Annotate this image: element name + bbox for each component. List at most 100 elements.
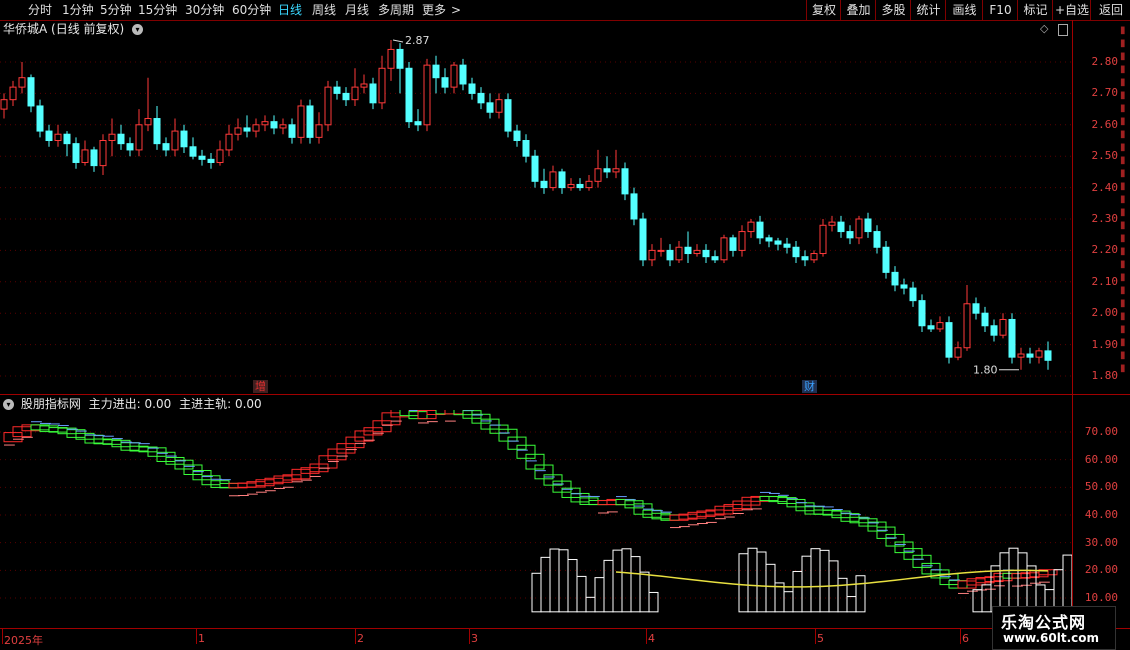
- candle: [189, 137, 197, 160]
- price-tick: 2.00: [1091, 306, 1119, 320]
- candle: [324, 80, 332, 132]
- candle: [468, 77, 476, 100]
- candle: [162, 137, 170, 157]
- candle: [657, 237, 665, 257]
- toolbar-button-2[interactable]: 多股: [875, 0, 911, 20]
- period-tab-6[interactable]: 日线: [278, 2, 302, 18]
- toolbar-button-1[interactable]: 叠加: [840, 0, 876, 20]
- candle: [108, 118, 116, 157]
- candle: [288, 118, 296, 144]
- candle: [144, 77, 152, 132]
- candle: [774, 237, 782, 251]
- candle: [234, 118, 242, 141]
- candle: [549, 165, 557, 191]
- date-tick: [469, 628, 470, 644]
- candle: [63, 131, 71, 157]
- volume-bar: [783, 591, 794, 613]
- candle: [261, 115, 269, 132]
- candle: [171, 118, 179, 157]
- toolbar-button-8[interactable]: 返回: [1090, 0, 1130, 20]
- candle: [459, 58, 467, 91]
- toolbar-button-3[interactable]: 统计: [910, 0, 946, 20]
- more-arrow-icon[interactable]: >: [451, 2, 461, 18]
- candle: [558, 168, 566, 194]
- candle: [576, 178, 584, 191]
- candle: [963, 284, 971, 351]
- candle: [648, 244, 656, 267]
- volume-bar: [756, 551, 767, 613]
- candle: [369, 77, 377, 110]
- toolbar-button-4[interactable]: 画线: [945, 0, 983, 20]
- indicator-tick: 40.00: [1084, 508, 1118, 521]
- candle: [999, 313, 1007, 339]
- date-tick: [646, 628, 647, 644]
- candle: [351, 68, 359, 106]
- axis-divider: [1072, 20, 1073, 630]
- volume-bar: [738, 553, 749, 613]
- volume-bar: [792, 570, 803, 613]
- candle: [891, 266, 899, 292]
- period-tab-2[interactable]: 5分钟: [100, 2, 132, 18]
- period-tab-4[interactable]: 30分钟: [185, 2, 224, 18]
- indicator-name: 股朋指标网: [20, 397, 81, 411]
- candle: [18, 62, 26, 94]
- candle: [414, 109, 422, 132]
- indicator-chart[interactable]: [0, 410, 1072, 628]
- candle: [918, 294, 926, 333]
- candle: [153, 105, 161, 150]
- candle: [585, 175, 593, 191]
- line2-label: 主进主轨:: [179, 397, 232, 411]
- event-tag-zeng[interactable]: 增: [253, 380, 268, 393]
- period-tab-3[interactable]: 15分钟: [138, 2, 177, 18]
- watermark-title: 乐淘公式网: [1001, 613, 1087, 632]
- candle: [252, 118, 260, 138]
- volume-bar: [1017, 552, 1028, 613]
- volume-bar: [639, 571, 650, 613]
- price-tick: 2.30: [1091, 212, 1119, 225]
- price-tick: 2.40: [1091, 180, 1119, 194]
- candle: [36, 99, 44, 138]
- candle: [945, 316, 953, 364]
- period-tab-0[interactable]: 分时: [28, 2, 52, 18]
- candle: [693, 244, 701, 257]
- price-tick: 1.90: [1091, 337, 1119, 351]
- candle: [270, 115, 278, 135]
- period-tab-1[interactable]: 1分钟: [62, 2, 94, 18]
- event-tag-cai[interactable]: 财: [802, 380, 817, 393]
- period-toolbar: 分时 1分钟 5分钟 15分钟 30分钟 60分钟 日线 周线 月线 多周期 更多 > 复权 叠加 多股 统计…: [0, 0, 1130, 21]
- line1-label: 主力进出:: [88, 397, 141, 411]
- period-tab-10[interactable]: 更多: [422, 2, 446, 18]
- candle: [756, 215, 764, 245]
- candle: [927, 319, 935, 333]
- volume-bar: [810, 548, 821, 613]
- chevron-down-icon[interactable]: ▾: [3, 399, 14, 410]
- price-tick: 2.60: [1091, 117, 1119, 131]
- period-tab-9[interactable]: 多周期: [378, 2, 414, 18]
- line2-value: 0.00: [234, 397, 262, 411]
- candlestick-chart[interactable]: 2.87 1.80: [0, 20, 1072, 395]
- toolbar-button-7[interactable]: +自选: [1052, 0, 1091, 20]
- candle: [1035, 347, 1043, 364]
- toolbar-button-5[interactable]: F10: [982, 0, 1018, 20]
- period-tab-8[interactable]: 月线: [345, 2, 369, 18]
- toolbar-button-6[interactable]: 标记: [1017, 0, 1053, 20]
- indicator-tick: 30.00: [1084, 535, 1118, 549]
- candle: [504, 93, 512, 138]
- candle: [225, 124, 233, 157]
- candle: [900, 278, 908, 295]
- date-tick: [355, 628, 356, 644]
- price-tick: 2.70: [1091, 86, 1119, 100]
- period-tab-5[interactable]: 60分钟: [232, 2, 271, 18]
- candle: [1017, 347, 1025, 370]
- watermark-url: www.60lt.com: [1003, 631, 1100, 645]
- volume-bar: [594, 577, 605, 613]
- period-tab-7[interactable]: 周线: [312, 2, 336, 18]
- volume-bar: [819, 549, 830, 613]
- volume-bar: [648, 591, 659, 613]
- candle: [279, 118, 287, 135]
- candle: [1044, 341, 1052, 370]
- candle: [0, 93, 8, 119]
- candle: [522, 134, 530, 163]
- volume-bar: [576, 575, 587, 613]
- toolbar-button-0[interactable]: 复权: [806, 0, 841, 20]
